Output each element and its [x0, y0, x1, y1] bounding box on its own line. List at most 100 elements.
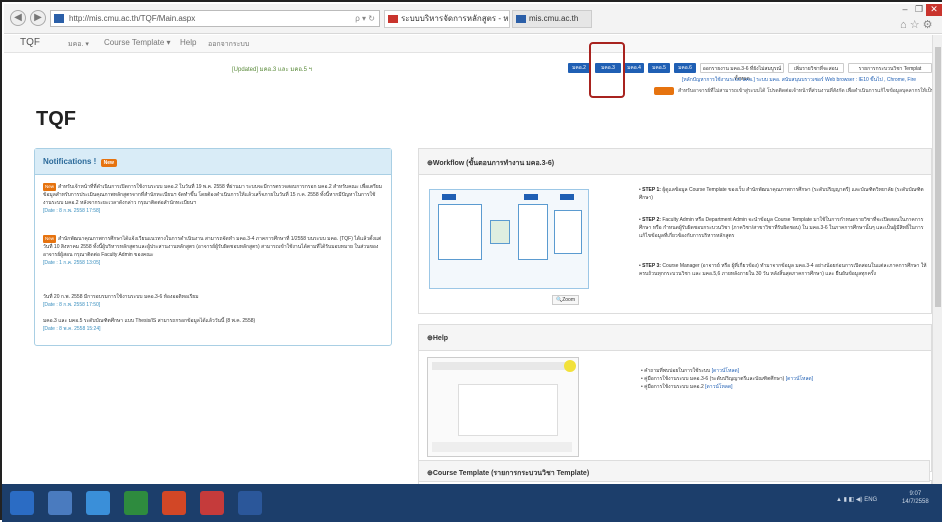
help-link-text: คำถามที่พบบ่อยในการใช้ระบบ [644, 368, 711, 374]
new-badge: New [43, 183, 57, 191]
thumbnail-toolbar [432, 442, 572, 452]
notifications-panel: Notifications ! New New สำหรับเจ้าหน้าที่… [34, 148, 392, 346]
powerpoint-icon[interactable] [162, 491, 186, 515]
maximize-button[interactable]: ❐ [912, 4, 926, 16]
login-info: สำหรับอาจารย์ที่ไม่สามารถเข้าสู่ระบบได้ … [678, 88, 932, 94]
workflow-step: • STEP 3: Course Manager (อาจารย์ หรือ ผ… [639, 263, 927, 277]
notification-date: [Date : 1 ก.ค. 2558 13:05] [43, 260, 101, 266]
highlight-annotation [589, 42, 625, 98]
help-link-item: • คู่มือการใช้งานระบบ มคอ.2 [ดาวน์โหลด] [641, 384, 733, 390]
diagram-course-template-box [438, 204, 482, 260]
notifications-header: Notifications ! New [35, 149, 391, 175]
forward-button[interactable]: ▶ [30, 10, 46, 26]
new-badge: New [43, 235, 57, 243]
diagram-admin-box [518, 204, 548, 260]
browser-support-info: [หลักปัญหาการใช้งานระบบ มคอ.] ระบบ มคอ. … [682, 76, 932, 84]
download-link[interactable]: [ดาวน์โหลด] [712, 368, 739, 374]
address-bar[interactable]: http://mis.cmu.ac.th/TQF/Main.aspx ρ ▾ ↻ [50, 10, 380, 27]
notification-item: วันที่ 20 ก.พ. 2558 มีการอบรมการใช้งานระ… [43, 293, 383, 309]
address-text: http://mis.cmu.ac.th/TQF/Main.aspx [69, 14, 196, 23]
diagram-admin-figure [490, 220, 510, 244]
notification-date: [Date : 8 พ.ค. 2558 15:24] [43, 326, 101, 332]
step-label: STEP 1: [642, 187, 661, 193]
hot-badge [654, 87, 674, 95]
browser-tab[interactable]: mis.cmu.ac.th [512, 10, 592, 28]
download-link[interactable]: [ดาวน์โหลด] [705, 384, 732, 390]
help-link-item: • คำถามที่พบบ่อยในการใช้ระบบ [ดาวน์โหลด] [641, 368, 739, 374]
diagram-label-icon [524, 194, 538, 200]
navbar-brand[interactable]: TQF [20, 37, 40, 48]
workflow-header[interactable]: ⊕Workflow (ขั้นตอนการทำงาน มคอ.3-6) [419, 149, 931, 175]
browser-tab-active[interactable]: ระบบบริหารจัดการหลักสูตร - หน้าหลัก [384, 10, 510, 28]
workflow-step: • STEP 1: ผู้ดูแลข้อมูล Course Template … [639, 187, 924, 201]
notification-date: [Date : 8 ก.พ. 2558 17:58] [43, 208, 101, 214]
notification-item: New สำหรับเจ้าหน้าที่ที่ดำเนินการเปิดการใ… [43, 183, 383, 215]
app-navbar: TQF มคอ. ▾ Course Template ▾ Help ออกจาก… [4, 35, 932, 53]
step-label: STEP 2: [642, 217, 661, 223]
diagram-label-icon [560, 194, 574, 200]
diagram-label-icon [442, 194, 456, 200]
pdf-reader-icon[interactable] [200, 491, 224, 515]
excel-icon[interactable] [124, 491, 148, 515]
zoom-button[interactable]: 🔍Zoom [552, 295, 580, 305]
tab-label: mis.cmu.ac.th [529, 14, 579, 23]
page-scrollbar[interactable] [932, 35, 942, 484]
btn-tqf4[interactable]: มคอ.4 [624, 63, 644, 73]
help-header[interactable]: ⊕Help [419, 325, 931, 351]
btn-course-template-list[interactable]: รายการกระบวนวิชา Templat [848, 63, 932, 73]
diagram-manager-box [554, 210, 582, 254]
site-favicon-icon [54, 14, 64, 23]
download-link[interactable]: [ดาวน์โหลด] [786, 376, 813, 382]
clock-time: 9:07 [909, 491, 922, 497]
step-label: STEP 3: [642, 263, 661, 269]
close-window-button[interactable]: ✕ [926, 4, 942, 16]
back-button[interactable]: ◀ [10, 10, 26, 26]
workflow-panel: ⊕Workflow (ขั้นตอนการทำงาน มคอ.3-6) 🔍Zoo… [418, 148, 932, 314]
btn-add-course[interactable]: เพิ่มรายวิชาที่จะสอน [788, 63, 844, 73]
nav-item-tqf-menu[interactable]: มคอ. ▾ [68, 39, 89, 50]
btn-tqf6[interactable]: มคอ.6 [674, 63, 696, 73]
word-icon[interactable] [238, 491, 262, 515]
step-text: Faculty Admin หรือ Department Admin จะนำ… [639, 217, 924, 239]
step-text: ผู้ดูแลข้อมูล Course Template ของเว็บ สำ… [639, 187, 924, 201]
thumbnail-marker-icon [564, 360, 576, 372]
notifications-title: Notifications ! [43, 157, 97, 166]
notification-item: มคอ.3 และ มคอ.5 ระดับบัณฑิตศึกษา แบบ The… [43, 317, 383, 333]
support-info-link[interactable]: [หลักปัญหาการใช้งานระบบ มคอ.] ระบบ มคอ. … [682, 77, 916, 83]
system-tray-icons[interactable]: ▲ ▮ ◧ ◀) ENG [836, 496, 877, 503]
nav-item-help[interactable]: Help [180, 38, 196, 47]
file-explorer-icon[interactable] [48, 491, 72, 515]
taskbar-clock[interactable]: 9:07 14/7/2558 [902, 490, 929, 506]
updated-notice[interactable]: [Updated] มคอ.3 และ มคอ.5 ฯ [232, 64, 312, 74]
notification-text: สำหรับเจ้าหน้าที่ที่ดำเนินการเปิดการใช้ง… [43, 184, 383, 206]
nav-item-course-template[interactable]: Course Template ▾ [104, 38, 171, 47]
tab-favicon-icon [516, 15, 526, 23]
internet-explorer-icon[interactable] [86, 491, 110, 515]
browser-toolbar-icons[interactable]: ⌂ ☆ ⚙ [900, 18, 932, 31]
workflow-diagram[interactable] [429, 189, 589, 289]
browser-window: ◀ ▶ http://mis.cmu.ac.th/TQF/Main.aspx ρ… [0, 0, 942, 522]
thumbnail-form [458, 384, 558, 436]
scrollbar-thumb[interactable] [935, 47, 941, 307]
notification-text: มคอ.3 และ มคอ.5 ระดับบัณฑิตศึกษา แบบ The… [43, 318, 256, 324]
help-link-text: คู่มือการใช้งานระบบ มคอ.2 [644, 384, 704, 390]
browser-titlebar: ◀ ▶ http://mis.cmu.ac.th/TQF/Main.aspx ρ… [4, 4, 942, 34]
nav-item-logout[interactable]: ออกจากระบบ [208, 39, 249, 50]
new-badge: New [100, 159, 117, 167]
help-screenshot-thumbnail[interactable] [427, 357, 579, 457]
btn-tqf5[interactable]: มคอ.5 [648, 63, 670, 73]
btn-incomplete-report[interactable]: ออกรายงาน มคอ.3-6 ที่ยังไม่สมบูรณ์ทั้งหม… [700, 63, 784, 82]
start-windows-icon[interactable] [10, 491, 34, 515]
address-actions[interactable]: ρ ▾ ↻ [355, 11, 375, 26]
help-link-item: • คู่มือการใช้งานระบบ มคอ.3-6 (ระดับปริญ… [641, 376, 814, 382]
btn-tqf2[interactable]: มคอ.2 [568, 63, 590, 73]
clock-date: 14/7/2558 [902, 499, 929, 505]
notification-date: [Date : 8 ก.พ. 2558 17:50] [43, 302, 101, 308]
tab-label: ระบบบริหารจัดการหลักสูตร - หน้าหลัก [401, 14, 509, 23]
windows-taskbar: ▲ ▮ ◧ ◀) ENG 9:07 14/7/2558 [2, 484, 942, 522]
course-template-header[interactable]: ⊕Course Template (รายการกระบวนวิชา Templ… [418, 460, 930, 482]
minimize-button[interactable]: – [898, 4, 912, 16]
tab-favicon-icon [388, 15, 398, 23]
help-link-text: คู่มือการใช้งานระบบ มคอ.3-6 (ระดับปริญญา… [644, 376, 785, 382]
notification-text: วันที่ 20 ก.พ. 2558 มีการอบรมการใช้งานระ… [43, 294, 199, 300]
